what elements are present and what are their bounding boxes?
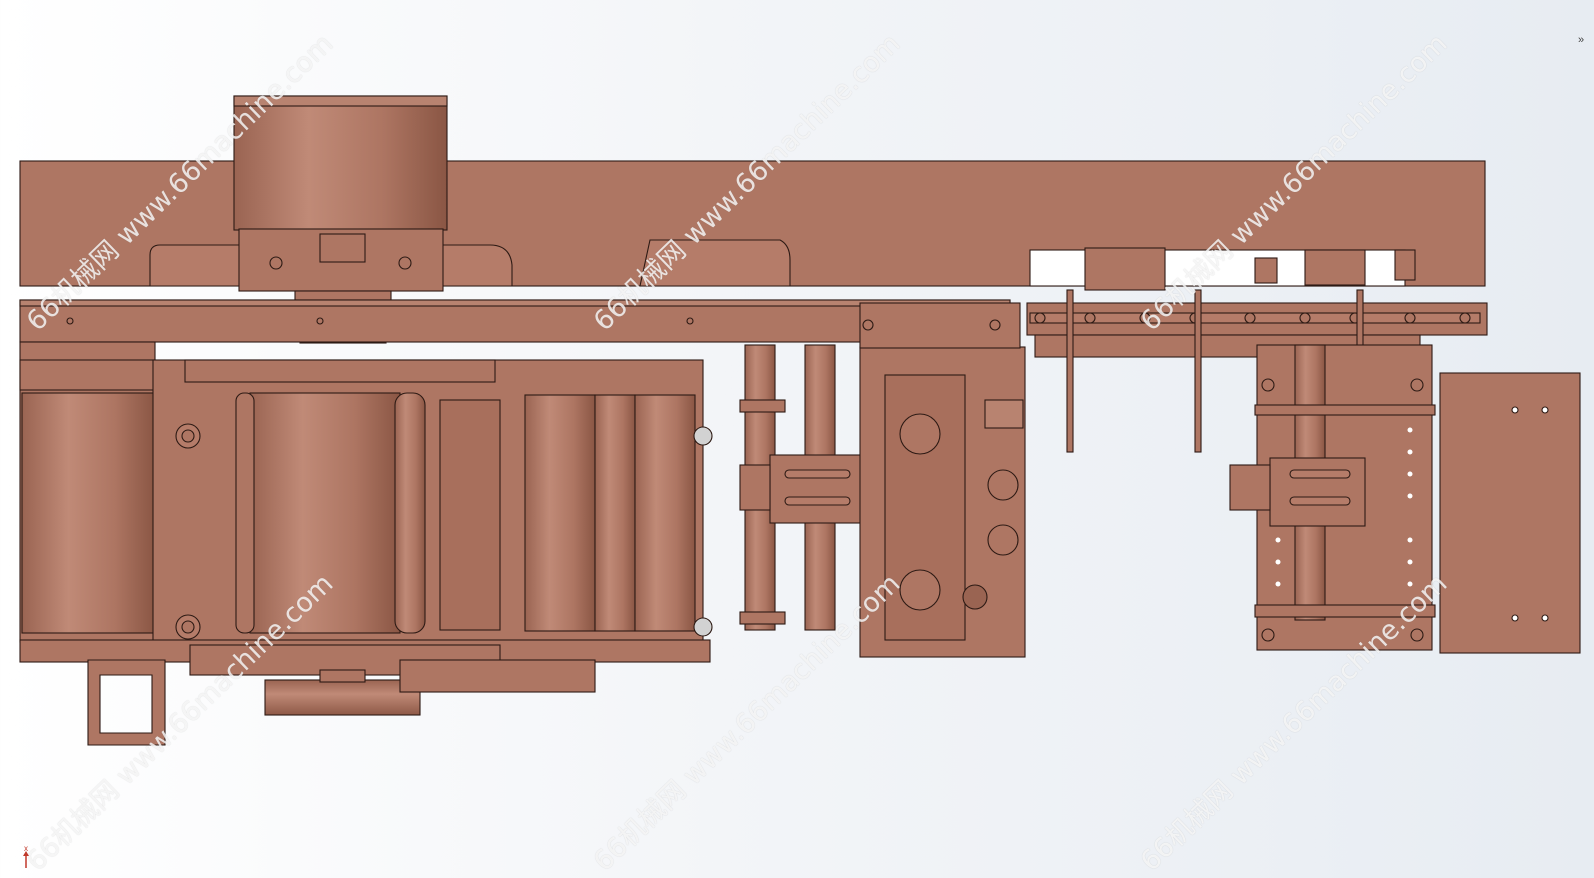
triad-x-label: x	[24, 844, 28, 853]
handle-loop	[87, 659, 166, 746]
roller-right-b	[594, 394, 636, 632]
reference-triad: x	[18, 844, 36, 875]
perforated-panel	[1439, 372, 1581, 654]
cad-graphics-area[interactable]: 66机械网 www.66machine.com 66机械网 www.66mach…	[0, 0, 1594, 877]
triad-axes-icon	[23, 851, 29, 868]
probe-pin-1	[1066, 289, 1074, 453]
roller-right-a	[524, 394, 596, 632]
slide-block-right	[1269, 457, 1366, 527]
slide-block-left	[769, 454, 871, 524]
plate-cutout-mid	[639, 239, 791, 287]
probe-pin-2	[1194, 289, 1202, 453]
motor-drum	[233, 95, 448, 231]
handwheel	[264, 679, 421, 716]
roller-center	[249, 392, 401, 634]
task-pane-toggle[interactable]: »	[1574, 30, 1588, 50]
roller-right-c	[634, 394, 696, 632]
roller-left	[21, 392, 156, 634]
assembly-model[interactable]	[0, 0, 1594, 870]
chevron-right-icon: »	[1577, 34, 1585, 46]
